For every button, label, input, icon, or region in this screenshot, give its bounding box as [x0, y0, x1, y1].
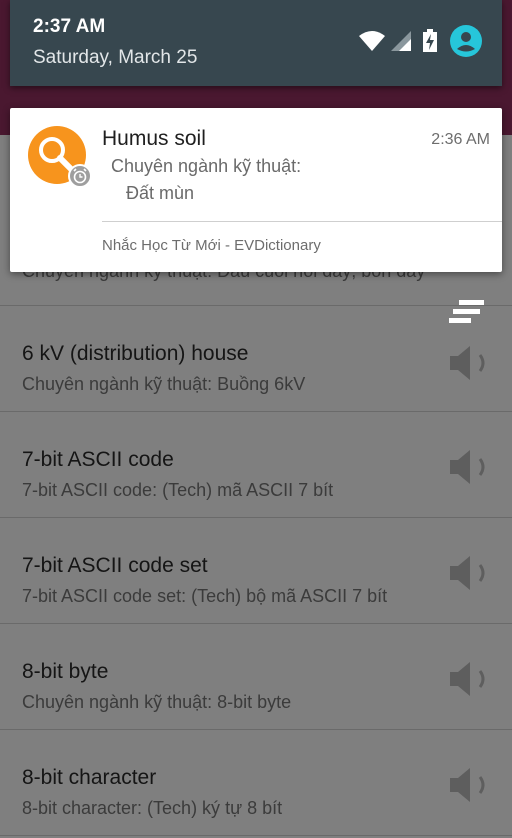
status-icons — [358, 24, 482, 58]
battery-charging-icon — [423, 29, 437, 52]
list-item[interactable]: 6 kV (distribution) house Chuyên ngành k… — [0, 306, 512, 412]
speaker-icon[interactable] — [446, 657, 490, 701]
alarm-clock-icon — [68, 164, 92, 188]
speaker-icon[interactable] — [446, 551, 490, 595]
word-list: Chuyên ngành kỹ thuật: Đầu cuối nối dây;… — [0, 198, 512, 836]
list-item-subtitle: Chuyên ngành kỹ thuật: Buồng 6kV — [22, 374, 306, 394]
list-item[interactable]: 7-bit ASCII code 7-bit ASCII code: (Tech… — [0, 412, 512, 518]
wifi-icon — [359, 31, 385, 51]
notification-text-line2: Đất mùn — [126, 183, 195, 203]
list-item-subtitle: 7-bit ASCII code: (Tech) mã ASCII 7 bít — [22, 480, 334, 500]
notification-time: 2:36 AM — [431, 131, 490, 148]
cellular-signal-icon — [391, 31, 411, 51]
notification-text-line1: Chuyên ngành kỹ thuật: — [111, 156, 302, 176]
clock-time: 2:37 AM — [33, 16, 106, 37]
notification-divider — [102, 221, 502, 222]
notification-card[interactable]: Humus soil 2:36 AM Chuyên ngành kỹ thuật… — [10, 108, 502, 272]
account-icon[interactable] — [450, 25, 482, 57]
list-item-title: 8-bit character — [22, 766, 157, 789]
list-item-subtitle: 7-bit ASCII code set: (Tech) bộ mã ASCII… — [22, 586, 388, 606]
list-item-title: 8-bit byte — [22, 660, 109, 683]
list-item-subtitle: 8-bit character: (Tech) ký tự 8 bít — [22, 798, 283, 818]
list-item-subtitle: Chuyên ngành kỹ thuật: 8-bit byte — [22, 692, 292, 712]
speaker-icon[interactable] — [446, 763, 490, 807]
clock-date: Saturday, March 25 — [33, 47, 198, 68]
menu-lines-icon[interactable] — [449, 299, 485, 325]
list-item-title: 7-bit ASCII code — [22, 448, 174, 471]
speaker-icon[interactable] — [446, 341, 490, 385]
list-item[interactable]: 8-bit character 8-bit character: (Tech) … — [0, 730, 512, 836]
notification-title: Humus soil — [102, 127, 206, 150]
notification-app-name: Nhắc Học Từ Mới - EVDictionary — [102, 237, 321, 254]
speaker-icon[interactable] — [446, 445, 490, 489]
list-item[interactable]: 8-bit byte Chuyên ngành kỹ thuật: 8-bit … — [0, 624, 512, 730]
list-item-title: 6 kV (distribution) house — [22, 342, 249, 365]
list-item-title: 7-bit ASCII code set — [22, 554, 208, 577]
list-item[interactable]: 7-bit ASCII code set 7-bit ASCII code se… — [0, 518, 512, 624]
status-shade: 2:37 AM Saturday, March 25 — [10, 0, 502, 86]
